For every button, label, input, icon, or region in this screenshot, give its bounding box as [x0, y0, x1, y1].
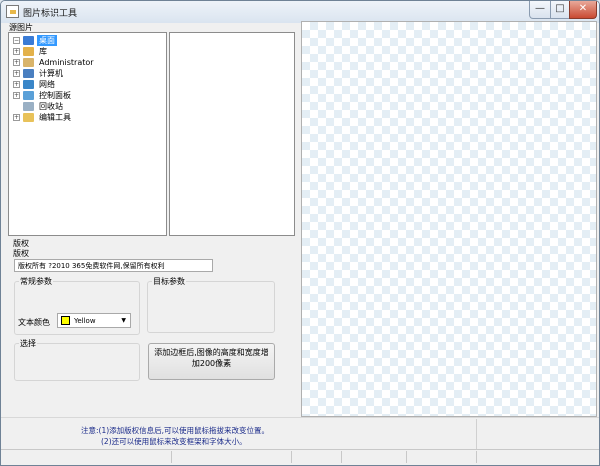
chevron-down-icon: ▼	[121, 317, 126, 324]
expand-icon[interactable]: +	[13, 80, 20, 88]
target-params-group	[147, 281, 275, 333]
common-params-title: 常规参数	[19, 276, 53, 287]
recycle-bin-icon	[23, 101, 34, 111]
expand-icon[interactable]: +	[13, 58, 20, 66]
tree-item-library[interactable]: + 库	[13, 46, 49, 56]
text-color-label: 文本颜色	[18, 318, 50, 327]
tree-item-label: 库	[39, 46, 47, 56]
app-icon	[6, 5, 19, 18]
app-window: 图片标识工具 — □ ✕ 源图片 − 桌面 + 库 + Administrato…	[0, 0, 600, 466]
status-separator	[341, 451, 342, 463]
tree-item-control-panel[interactable]: + 控制面板	[13, 90, 73, 100]
status-separator	[291, 451, 292, 463]
tree-item-label: 网络	[39, 79, 55, 89]
computer-icon	[23, 68, 34, 78]
window-title: 图片标识工具	[23, 9, 78, 19]
minimize-button[interactable]: —	[529, 1, 551, 19]
divider	[1, 417, 599, 418]
tree-item-desktop[interactable]: − 桌面	[13, 34, 57, 46]
status-separator	[476, 451, 477, 463]
expand-icon[interactable]: +	[13, 47, 20, 55]
file-list[interactable]	[169, 32, 295, 236]
tree-item-computer[interactable]: + 计算机	[13, 68, 65, 78]
tree-item-label: 计算机	[39, 68, 63, 78]
desktop-icon	[23, 35, 34, 45]
notice-line1: 注意:(1)添加版权信息后,可以使用鼠标拖拔来改变位置。	[81, 426, 270, 435]
target-params-title: 目标参数	[152, 276, 186, 287]
network-icon	[23, 79, 34, 89]
folder-icon	[23, 112, 34, 122]
usage-notice: 注意:(1)添加版权信息后,可以使用鼠标拖拔来改变位置。 (2)还可以使用鼠标来…	[81, 425, 269, 447]
tree-item-label: 控制面板	[39, 90, 71, 100]
copyright-text-input[interactable]: 版权所有 ?2010 365免费软件网,保留所有权利	[14, 259, 213, 272]
folder-tree[interactable]: − 桌面 + 库 + Administrator + 计算机 + 网络 + 控制…	[8, 32, 167, 236]
text-color-select[interactable]: Yellow ▼	[57, 313, 131, 328]
notice-line2: (2)还可以使用鼠标来改变框架和字体大小。	[101, 437, 247, 446]
tree-item-recycle-bin[interactable]: 回收站	[13, 101, 65, 111]
control-panel-icon	[23, 90, 34, 100]
tree-item-label: 桌面	[37, 34, 57, 46]
tree-item-network[interactable]: + 网络	[13, 79, 57, 89]
add-border-button-line1: 添加边框后,图像的高度和宽度增	[154, 348, 269, 357]
title-bar[interactable]: 图片标识工具 — □ ✕	[1, 1, 599, 23]
expand-icon[interactable]: +	[13, 91, 20, 99]
tree-item-label: 回收站	[39, 101, 63, 111]
library-icon	[23, 46, 34, 56]
status-separator	[406, 451, 407, 463]
tree-item-label: 编辑工具	[39, 112, 71, 122]
tree-item-label: Administrator	[39, 57, 94, 67]
color-swatch	[61, 316, 70, 325]
tree-item-administrator[interactable]: + Administrator	[13, 57, 96, 67]
select-group-title: 选择	[19, 338, 37, 349]
status-separator	[171, 451, 172, 463]
close-button[interactable]: ✕	[569, 1, 597, 19]
user-folder-icon	[23, 57, 34, 67]
tree-item-edit-tools[interactable]: + 编辑工具	[13, 112, 73, 122]
divider	[476, 419, 477, 449]
add-border-button-line2: 加200像素	[191, 359, 232, 368]
copyright-field-label: 版权	[13, 249, 29, 258]
add-border-button[interactable]: 添加边框后,图像的高度和宽度增 加200像素	[148, 343, 275, 380]
expand-icon[interactable]: +	[13, 69, 20, 77]
expand-icon[interactable]: +	[13, 113, 20, 121]
status-bar	[1, 449, 599, 465]
text-color-value: Yellow	[74, 316, 96, 325]
maximize-button[interactable]: □	[550, 1, 570, 19]
image-preview-canvas[interactable]	[301, 21, 597, 417]
collapse-icon[interactable]: −	[13, 36, 20, 44]
